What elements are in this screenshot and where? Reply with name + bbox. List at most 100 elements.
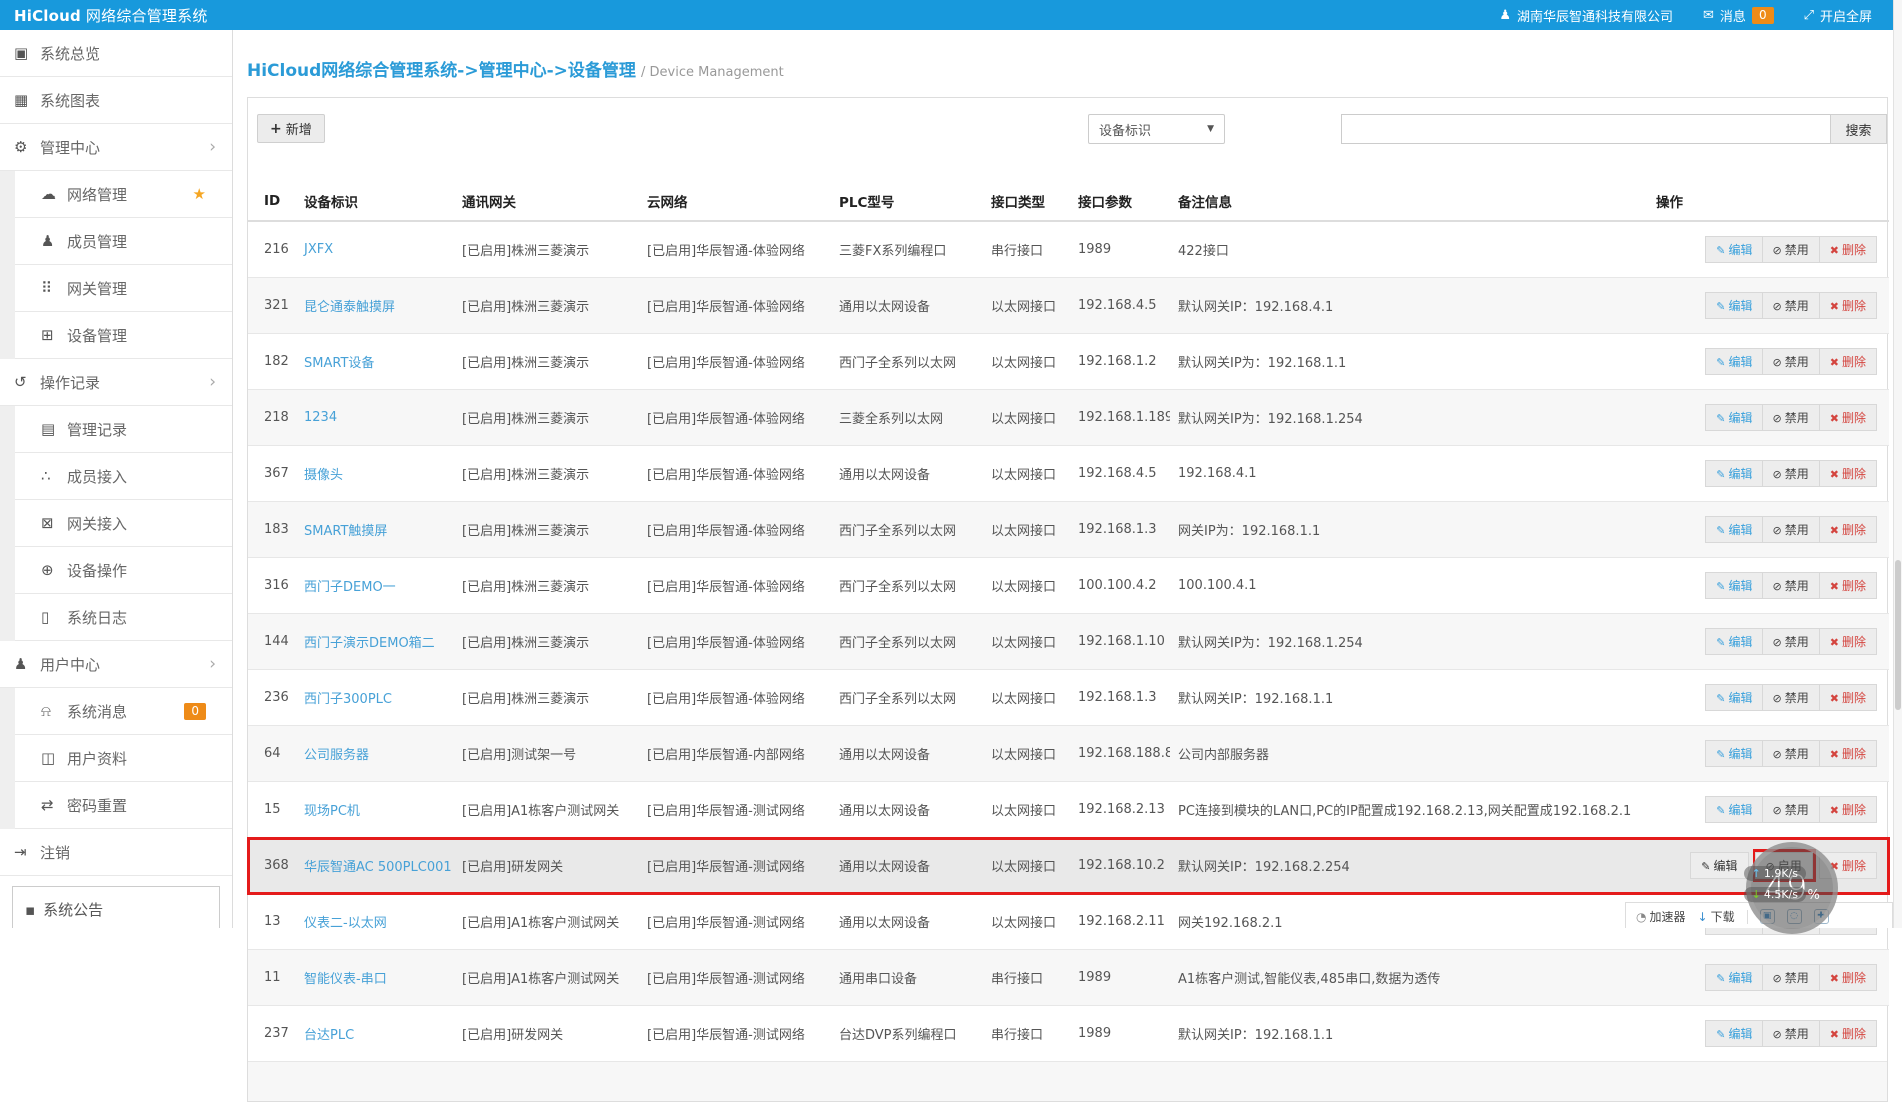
edit-button[interactable]: ✎编辑 — [1705, 572, 1763, 599]
device-link[interactable]: 1234 — [304, 410, 337, 425]
cell-iface_type: 串行接口 — [983, 221, 1070, 278]
edit-button[interactable]: ✎编辑 — [1705, 292, 1763, 319]
scrollbar[interactable] — [1893, 0, 1902, 928]
device-link[interactable]: 西门子300PLC — [304, 692, 392, 707]
table-row: 321 昆仑通泰触摸屏 [已启用]株洲三菱演示 [已启用]华辰智通-体验网络 通… — [248, 278, 1889, 334]
sidebar-item[interactable]: ⍾ 系统消息 › ★ 0 — [15, 688, 232, 735]
trash-icon: ✖ — [1830, 692, 1839, 705]
sidebar-item[interactable]: ⇥ 注销 › ★ — [0, 829, 232, 876]
device-link[interactable]: 仪表二-以太网 — [304, 916, 387, 931]
device-link[interactable]: 公司服务器 — [304, 748, 369, 763]
delete-button[interactable]: ✖删除 — [1819, 628, 1877, 655]
edit-button[interactable]: ✎编辑 — [1705, 796, 1763, 823]
edit-button[interactable]: ✎编辑 — [1705, 236, 1763, 263]
device-link[interactable]: 华辰智通AC 500PLC001 — [304, 860, 452, 875]
company-menu[interactable]: ♟ 湖南华辰智通科技有限公司 — [1499, 6, 1673, 25]
sidebar-item[interactable]: ▯ 系统日志 › ★ — [15, 594, 232, 641]
disable-button[interactable]: ⊘禁用 — [1762, 1020, 1820, 1047]
app-title-rest: 网络综合管理系统 — [81, 7, 208, 25]
edit-button[interactable]: ✎编辑 — [1690, 852, 1748, 879]
device-link[interactable]: 智能仪表-串口 — [304, 972, 387, 987]
sidebar-item[interactable]: ▤ 管理记录 › ★ — [15, 406, 232, 453]
sidebar-item[interactable]: ⚙ 管理中心 › ★ — [0, 124, 232, 171]
sidebar-item[interactable]: ▦ 系统图表 › ★ — [0, 77, 232, 124]
cell-iface_type: 以太网接口 — [983, 726, 1070, 782]
device-link[interactable]: 现场PC机 — [304, 804, 360, 819]
accelerator-item[interactable]: ◔ 加速器 — [1636, 908, 1686, 925]
device-link[interactable]: 摄像头 — [304, 468, 343, 483]
device-table: ID设备标识通讯网关云网络PLC型号接口类型接口参数备注信息操作 216 JXF… — [248, 182, 1889, 1061]
sidebar-item[interactable]: ⊞ 设备管理 › ★ — [15, 312, 232, 359]
disable-button[interactable]: ⊘禁用 — [1762, 964, 1820, 991]
search-button[interactable]: 搜索 — [1830, 114, 1887, 144]
ban-icon: ⊘ — [1773, 748, 1782, 761]
edit-button[interactable]: ✎编辑 — [1705, 628, 1763, 655]
sidebar-item[interactable]: ◫ 用户资料 › ★ — [15, 735, 232, 782]
cell-iface_param: 1989 — [1070, 221, 1170, 278]
device-link[interactable]: JXFX — [304, 242, 333, 257]
cell-plc: 西门子全系列以太网 — [831, 670, 983, 726]
disable-button[interactable]: ⊘禁用 — [1762, 628, 1820, 655]
filter-select[interactable]: 设备标识 ▼ — [1088, 114, 1225, 144]
delete-button[interactable]: ✖删除 — [1819, 236, 1877, 263]
disable-button[interactable]: ⊘禁用 — [1762, 292, 1820, 319]
messages-menu[interactable]: ✉ 消息 0 — [1703, 6, 1774, 25]
sidebar-item[interactable]: ▣ 系统总览 › ★ — [0, 30, 232, 77]
edit-button[interactable]: ✎编辑 — [1705, 964, 1763, 991]
disable-button[interactable]: ⊘禁用 — [1762, 348, 1820, 375]
edit-button[interactable]: ✎编辑 — [1705, 460, 1763, 487]
device-link[interactable]: 西门子DEMO一 — [304, 580, 396, 595]
sidebar-announcement-panel[interactable]: ▪ 系统公告 — [12, 886, 220, 928]
sidebar-item[interactable]: ♟ 用户中心 › ★ — [0, 641, 232, 688]
delete-button[interactable]: ✖删除 — [1819, 1020, 1877, 1047]
sidebar-item[interactable]: ⠿ 网关管理 › ★ — [15, 265, 232, 312]
edit-button[interactable]: ✎编辑 — [1705, 684, 1763, 711]
disable-button[interactable]: ⊘禁用 — [1762, 740, 1820, 767]
edit-button[interactable]: ✎编辑 — [1705, 404, 1763, 431]
disable-button[interactable]: ⊘禁用 — [1762, 572, 1820, 599]
fullscreen-button[interactable]: ⤢ 开启全屏 — [1804, 6, 1872, 25]
disable-button[interactable]: ⊘禁用 — [1762, 236, 1820, 263]
device-link[interactable]: SMART设备 — [304, 356, 374, 371]
sidebar-item[interactable]: ⊕ 设备操作 › ★ — [15, 547, 232, 594]
disable-button[interactable]: ⊘禁用 — [1762, 460, 1820, 487]
add-button[interactable]: + 新增 — [257, 114, 325, 143]
edit-button[interactable]: ✎编辑 — [1705, 348, 1763, 375]
edit-button[interactable]: ✎编辑 — [1705, 1020, 1763, 1047]
sidebar-item[interactable]: ↺ 操作记录 › ★ — [0, 359, 232, 406]
sidebar-item[interactable]: ⇄ 密码重置 › ★ — [15, 782, 232, 829]
disable-button[interactable]: ⊘禁用 — [1762, 404, 1820, 431]
edit-button[interactable]: ✎编辑 — [1705, 740, 1763, 767]
sidebar-item[interactable]: ∴ 成员接入 › ★ — [15, 453, 232, 500]
scrollbar-thumb[interactable] — [1895, 560, 1901, 710]
disable-button[interactable]: ⊘禁用 — [1762, 684, 1820, 711]
sidebar-item[interactable]: ♟ 成员管理 › ★ — [15, 218, 232, 265]
sidebar-item[interactable]: ☁ 网络管理 › ★ — [15, 171, 232, 218]
chevron-right-icon: › — [209, 137, 216, 157]
delete-button[interactable]: ✖删除 — [1819, 796, 1877, 823]
device-link[interactable]: 台达PLC — [304, 1028, 354, 1043]
edit-button[interactable]: ✎编辑 — [1705, 516, 1763, 543]
delete-button[interactable]: ✖删除 — [1819, 516, 1877, 543]
delete-button[interactable]: ✖删除 — [1819, 292, 1877, 319]
download-item[interactable]: ↓ 下载 — [1698, 908, 1735, 925]
cell-cloud: [已启用]华辰智通-测试网络 — [639, 950, 831, 1006]
device-link[interactable]: 昆仑通泰触摸屏 — [304, 300, 395, 315]
search-input[interactable] — [1341, 114, 1830, 144]
disable-button[interactable]: ⊘禁用 — [1762, 796, 1820, 823]
device-link[interactable]: SMART触摸屏 — [304, 524, 387, 539]
delete-button[interactable]: ✖删除 — [1819, 740, 1877, 767]
toggle-wrap: ⊘禁用 — [1763, 740, 1820, 767]
delete-button[interactable]: ✖删除 — [1819, 460, 1877, 487]
delete-button[interactable]: ✖删除 — [1819, 684, 1877, 711]
cell-iface_param: 192.168.4.5 — [1070, 446, 1170, 502]
sidebar-item[interactable]: ⊠ 网关接入 › ★ — [15, 500, 232, 547]
upload-speed: ↑1.9K/s — [1744, 866, 1806, 881]
disable-button[interactable]: ⊘禁用 — [1762, 516, 1820, 543]
device-link[interactable]: 西门子演示DEMO箱二 — [304, 636, 435, 651]
delete-button[interactable]: ✖删除 — [1819, 348, 1877, 375]
delete-button[interactable]: ✖删除 — [1819, 572, 1877, 599]
cell-plc: 西门子全系列以太网 — [831, 614, 983, 670]
delete-button[interactable]: ✖删除 — [1819, 964, 1877, 991]
delete-button[interactable]: ✖删除 — [1819, 404, 1877, 431]
